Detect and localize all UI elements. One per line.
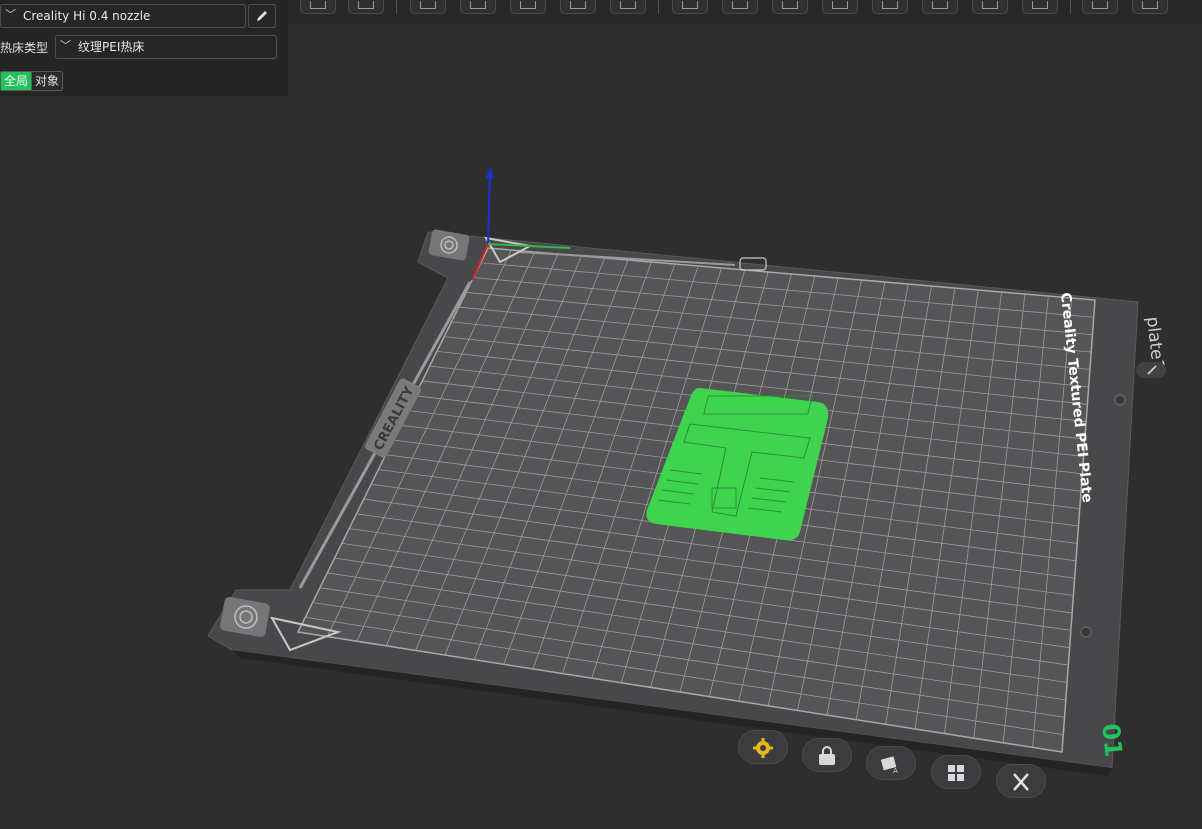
settings-panel: ﹀ Creality Hi 0.4 nozzle 热床类型 ﹀ 纹理PEI热床 …: [0, 0, 288, 96]
close-icon: [1013, 773, 1029, 791]
bed-type-select-value: 纹理PEI热床: [78, 40, 145, 54]
bed-type-select[interactable]: ﹀ 纹理PEI热床: [55, 35, 277, 59]
support-icon[interactable]: [772, 0, 808, 14]
layout-icon[interactable]: [610, 0, 646, 14]
arrange-plate-button[interactable]: [931, 755, 981, 789]
toolbar-separator: [1070, 0, 1071, 14]
chevron-down-icon: ﹀: [60, 39, 71, 52]
gear-icon: [753, 738, 773, 758]
arrange-icon: [948, 765, 964, 781]
fuzzy-icon[interactable]: [1022, 0, 1058, 14]
arrange-icon[interactable]: [460, 0, 496, 14]
layers-icon[interactable]: [722, 0, 758, 14]
cube-view-icon[interactable]: [300, 0, 336, 14]
lock-icon: [819, 746, 835, 765]
auto-arrange-icon[interactable]: [510, 0, 546, 14]
scope-tabs: 全局 对象: [0, 71, 64, 91]
cut-icon[interactable]: [872, 0, 908, 14]
bed-type-label: 热床类型: [0, 41, 49, 55]
plate-settings-button[interactable]: [738, 730, 788, 764]
paint-icon[interactable]: [922, 0, 958, 14]
printer-select[interactable]: ﹀ Creality Hi 0.4 nozzle: [0, 4, 246, 28]
orient-icon[interactable]: [410, 0, 446, 14]
top-toolbar: [288, 0, 1202, 24]
printer-select-value: Creality Hi 0.4 nozzle: [23, 9, 151, 23]
3d-viewport[interactable]: CREALITY Creality Textured PEI Plate pla…: [0, 0, 1202, 829]
place-icon[interactable]: [672, 0, 708, 14]
svg-text:A: A: [893, 767, 898, 775]
pencil-icon: [257, 11, 267, 21]
toolbar-separator: [396, 0, 397, 14]
toolbar-separator: [658, 0, 659, 14]
seam-icon[interactable]: [972, 0, 1008, 14]
edit-printer-button[interactable]: [248, 4, 276, 28]
measure-icon[interactable]: [822, 0, 858, 14]
auto-orient-icon: A: [880, 756, 898, 775]
plate-lock-button[interactable]: [802, 738, 852, 772]
tab-global[interactable]: 全局: [1, 72, 32, 90]
plate-number: 01: [1096, 722, 1127, 758]
tab-object[interactable]: 对象: [31, 72, 63, 90]
assembly-icon[interactable]: [1082, 0, 1118, 14]
chevron-down-icon: ﹀: [5, 8, 16, 21]
auto-orient-button[interactable]: A: [866, 746, 916, 780]
keyboard-icon[interactable]: [348, 0, 384, 14]
split-icon[interactable]: [560, 0, 596, 14]
delete-plate-button[interactable]: [996, 764, 1046, 798]
variable-layer-icon[interactable]: [1132, 0, 1168, 14]
plate-edit-icon[interactable]: [1136, 362, 1166, 378]
